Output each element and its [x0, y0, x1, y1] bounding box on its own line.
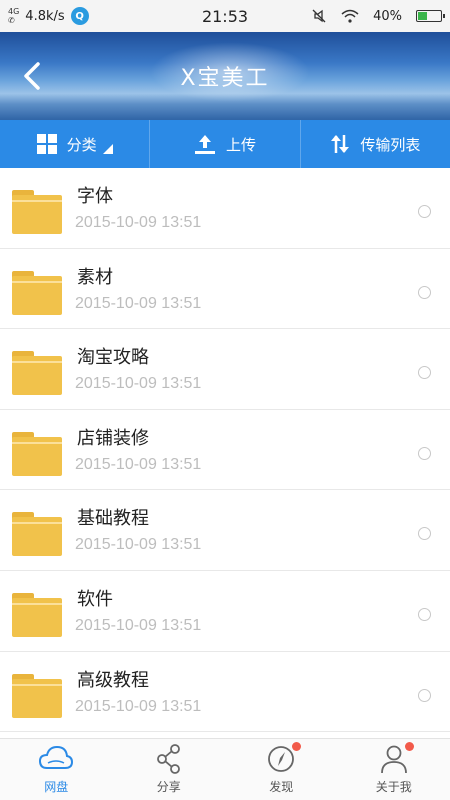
status-left: 4G ✆ 4.8k/s Q [0, 7, 170, 25]
nav-label: 发现 [269, 780, 294, 794]
compass-icon [263, 742, 302, 774]
nav-discover[interactable]: 发现 [225, 739, 338, 800]
status-right: 40% [311, 8, 445, 24]
transfer-list-label: 传输列表 [360, 135, 421, 154]
file-list: 字体 2015-10-09 13:51 素材 2015-10-09 13:51 淘宝攻略… [0, 168, 450, 738]
file-date: 2015-10-09 13:51 [75, 455, 202, 473]
file-date: 2015-10-09 13:51 [75, 536, 202, 554]
file-date: 2015-10-09 13:51 [75, 616, 202, 634]
app-notification-icon: Q [70, 7, 89, 25]
file-name: 素材 [77, 266, 113, 288]
file-name: 基础教程 [77, 508, 149, 530]
page-title: X宝美工 [180, 66, 270, 91]
file-row[interactable]: 高级教程 2015-10-09 13:51 [0, 652, 450, 733]
category-button[interactable]: 分类 [0, 120, 149, 168]
upload-button[interactable]: 上传 [149, 120, 299, 168]
select-radio[interactable] [418, 527, 431, 541]
transfer-arrows-icon [331, 135, 350, 153]
bottom-navigation: 网盘 分享 发现 关于我 [0, 738, 450, 800]
file-row[interactable]: 淘宝攻略 2015-10-09 13:51 [0, 329, 450, 410]
call-icon: ✆ [8, 16, 15, 25]
person-icon [376, 742, 414, 774]
select-radio[interactable] [418, 205, 431, 218]
grid-icon [36, 134, 57, 154]
file-row[interactable]: 字体 2015-10-09 13:51 [0, 168, 450, 249]
battery-fill [418, 12, 427, 20]
file-date: 2015-10-09 13:51 [75, 294, 202, 312]
notification-dot [404, 742, 414, 751]
folder-icon [12, 270, 62, 315]
network-type: 4G [8, 7, 20, 16]
file-name: 高级教程 [77, 669, 149, 691]
nav-label: 分享 [156, 780, 181, 794]
folder-icon [12, 673, 62, 718]
file-row[interactable]: 基础教程 2015-10-09 13:51 [0, 490, 450, 571]
cloud-icon [38, 744, 74, 774]
folder-icon [12, 351, 62, 396]
file-row[interactable]: 店铺装修 2015-10-09 13:51 [0, 410, 450, 491]
nav-label: 网盘 [44, 780, 69, 794]
nav-about-me[interactable]: 关于我 [338, 739, 450, 800]
action-toolbar: 分类 上传 传输列表 [0, 120, 450, 168]
nav-label: 关于我 [375, 780, 412, 794]
file-name: 软件 [77, 588, 113, 610]
notification-dot [292, 742, 302, 751]
header-banner: X宝美工 [0, 32, 450, 120]
upload-icon [194, 135, 215, 154]
nav-netdisk[interactable]: 网盘 [0, 739, 113, 800]
file-row[interactable]: 素材 2015-10-09 13:51 [0, 249, 450, 330]
mute-icon [312, 9, 326, 23]
share-icon [151, 744, 187, 774]
category-label: 分类 [66, 135, 97, 154]
select-radio[interactable] [418, 285, 431, 299]
file-date: 2015-10-09 13:51 [75, 375, 202, 393]
transfer-list-button[interactable]: 传输列表 [299, 120, 450, 168]
dropdown-triangle-icon [102, 144, 113, 154]
file-date: 2015-10-09 13:51 [75, 697, 202, 715]
file-row[interactable]: 软件 2015-10-09 13:51 [0, 571, 450, 652]
network-speed: 4.8k/s [25, 8, 65, 24]
battery-icon [416, 10, 445, 22]
file-date: 2015-10-09 13:51 [75, 214, 202, 231]
battery-percent: 40% [373, 8, 402, 24]
wifi-icon [341, 9, 359, 23]
file-name: 店铺装修 [77, 427, 149, 449]
select-radio[interactable] [418, 446, 431, 460]
status-bar: 4G ✆ 4.8k/s Q 21:53 40% [0, 0, 450, 32]
folder-icon [12, 592, 62, 637]
nav-share[interactable]: 分享 [113, 739, 226, 800]
select-radio[interactable] [418, 366, 431, 380]
upload-label: 上传 [225, 135, 256, 154]
select-radio[interactable] [418, 607, 431, 621]
select-radio[interactable] [418, 688, 431, 702]
signal-icon: 4G ✆ [8, 7, 19, 25]
file-name: 淘宝攻略 [77, 347, 149, 369]
folder-icon [12, 190, 62, 234]
folder-icon [12, 512, 62, 557]
file-name: 字体 [77, 186, 113, 207]
folder-icon [12, 431, 62, 476]
